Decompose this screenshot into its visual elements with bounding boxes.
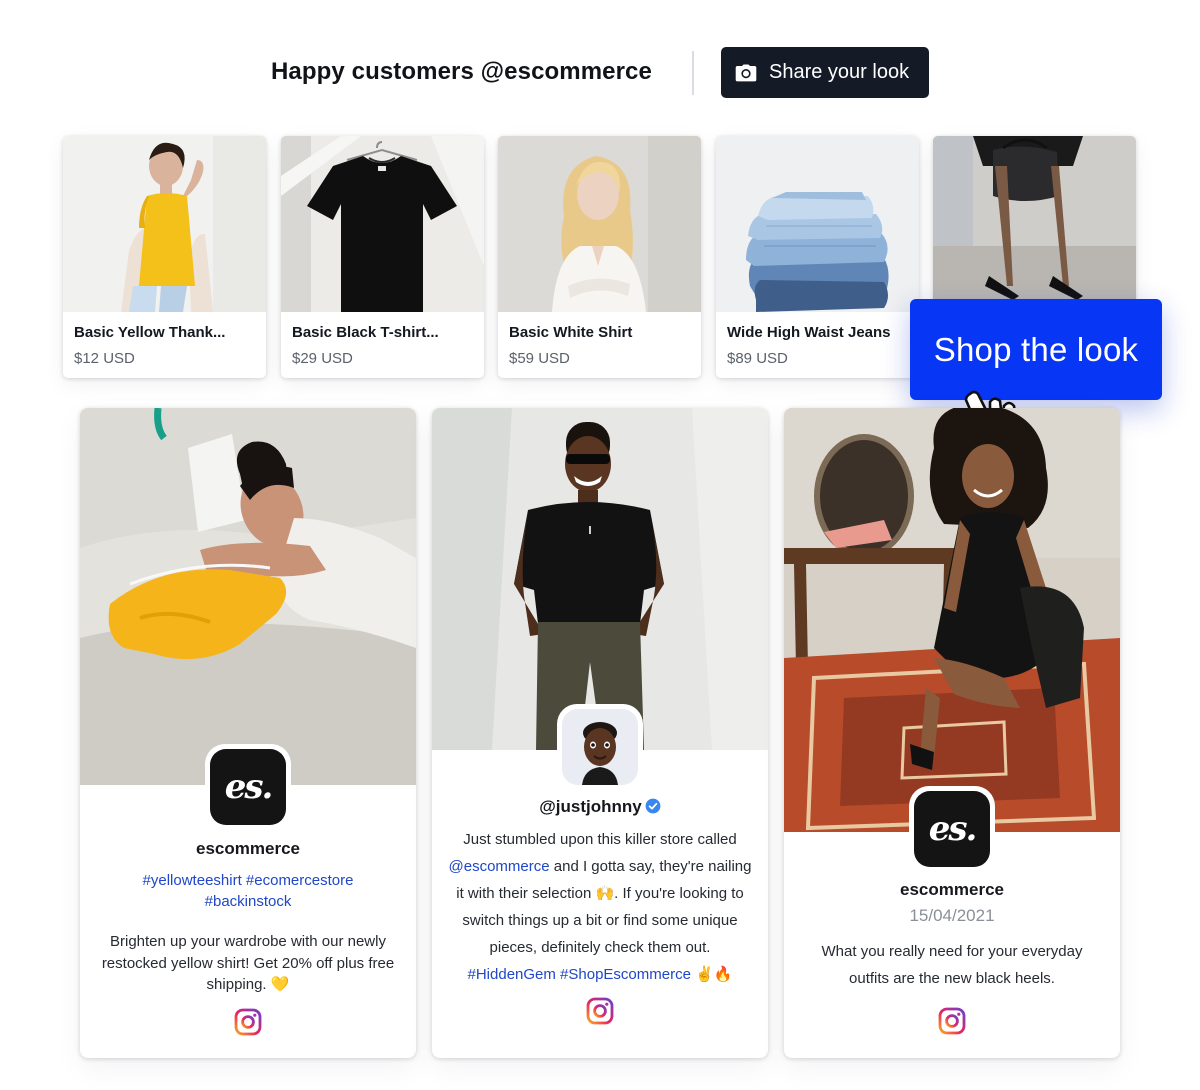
product-price: $89 USD <box>727 350 788 367</box>
post-author: escommerce <box>900 880 1004 899</box>
product-name: Basic Black T-shirt... <box>292 324 439 341</box>
post-image <box>784 408 1120 832</box>
product-image <box>933 136 1136 312</box>
post-image <box>80 408 416 785</box>
post-card-escommerce-heels: es. escommerce 15/04/2021 What you reall… <box>784 408 1120 1058</box>
share-your-look-button[interactable]: Share your look <box>721 47 929 98</box>
product-card-jeans[interactable]: Wide High Waist Jeans $89 USD <box>716 136 919 378</box>
product-image <box>716 136 919 312</box>
product-image <box>63 136 266 312</box>
mention-link[interactable]: @escommerce <box>449 858 550 875</box>
post-hashtags[interactable]: #HiddenGem #ShopEscommerce <box>468 966 691 983</box>
post-author: escommerce <box>196 839 300 858</box>
avatar: es. <box>205 744 291 830</box>
avatar: es. <box>909 786 995 872</box>
product-image <box>498 136 701 312</box>
product-price: $29 USD <box>292 350 353 367</box>
post-text: Just stumbled upon this killer store cal… <box>448 826 752 988</box>
escommerce-logo: es. <box>928 809 978 849</box>
post-date: 15/04/2021 <box>909 906 995 925</box>
instagram-icon[interactable] <box>586 997 614 1025</box>
post-author-row: @justjohnny <box>432 797 768 819</box>
escommerce-logo: es. <box>224 767 274 807</box>
shop-the-look-button[interactable]: Shop the look <box>910 299 1162 400</box>
page-title: Happy customers @escommerce <box>271 58 652 85</box>
post-text-part: Just stumbled upon this killer store cal… <box>463 831 737 848</box>
header-divider <box>692 51 694 95</box>
verified-badge-icon <box>645 798 661 819</box>
post-text: What you really need for your everyday o… <box>821 943 1083 987</box>
post-text: Brighten up your wardrobe with our newly… <box>101 933 395 993</box>
avatar <box>557 704 643 790</box>
instagram-icon[interactable] <box>938 1007 966 1035</box>
instagram-icon[interactable] <box>234 1008 262 1036</box>
product-card-yellow-tank[interactable]: Basic Yellow Thank... $12 USD <box>63 136 266 378</box>
product-card-white-shirt[interactable]: Basic White Shirt $59 USD <box>498 136 701 378</box>
post-image <box>432 408 768 750</box>
memoji-avatar-icon <box>562 709 638 785</box>
post-card-justjohnny: @justjohnny Just stumbled upon this kill… <box>432 408 768 1058</box>
product-name: Wide High Waist Jeans <box>727 324 891 341</box>
product-price: $59 USD <box>509 350 570 367</box>
post-emoji: ✌️🔥 <box>695 966 733 983</box>
post-author[interactable]: @justjohnny <box>539 797 642 816</box>
product-name: Basic White Shirt <box>509 324 633 341</box>
product-name: Basic Yellow Thank... <box>74 324 226 341</box>
camera-icon <box>735 64 757 82</box>
share-button-label: Share your look <box>769 61 910 83</box>
product-image <box>281 136 484 312</box>
product-card-black-tshirt[interactable]: Basic Black T-shirt... $29 USD <box>281 136 484 378</box>
post-card-escommerce-yellow: es. escommerce #yellowteeshirt #ecomerce… <box>80 408 416 1058</box>
post-hashtags[interactable]: #yellowteeshirt #ecomercestore #backinst… <box>100 870 396 912</box>
product-price: $12 USD <box>74 350 135 367</box>
